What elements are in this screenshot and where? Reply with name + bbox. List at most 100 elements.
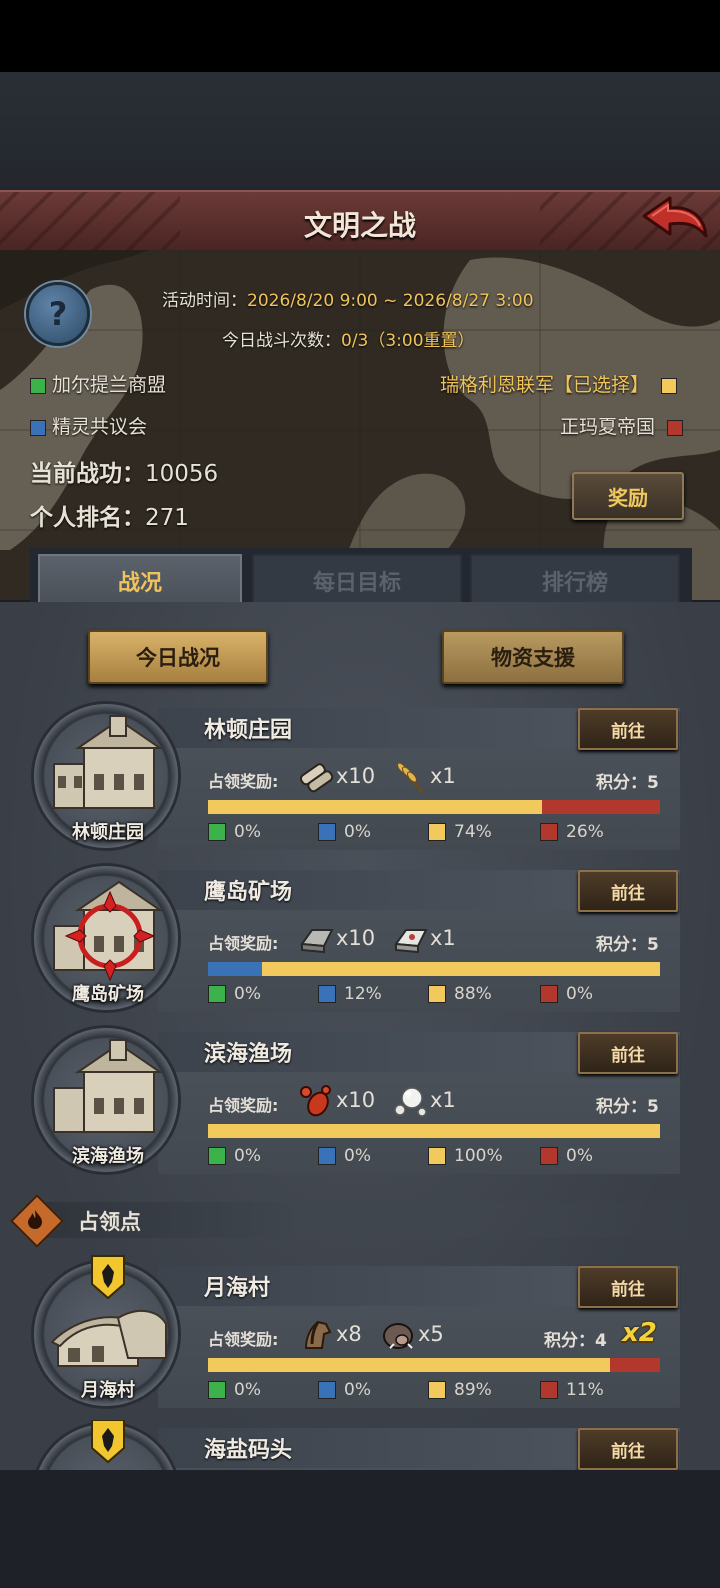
stronghold-badge: 林顿庄园 [30, 700, 186, 850]
green-faction-swatch [208, 823, 226, 841]
stronghold-name: 滨海渔场 [204, 1042, 293, 1067]
yellow-faction-swatch [428, 823, 446, 841]
iron-ingot-icon [300, 929, 334, 954]
go-button[interactable]: 前往 [578, 870, 678, 912]
blue-faction-swatch [30, 419, 46, 436]
blue-faction-swatch [318, 1381, 336, 1399]
tab-bar: 战况 每日目标 排行榜 [30, 548, 692, 608]
reward-qty: x1 [430, 1088, 456, 1112]
occupation-stats: 0% 0% 89% 11% [208, 1380, 668, 1402]
tab-battle-status[interactable]: 战况 [38, 554, 242, 606]
top-background [0, 72, 720, 190]
reward-qty: x1 [430, 764, 456, 788]
occupation-bar [208, 1124, 660, 1138]
score: 积分：5 [596, 935, 659, 955]
back-button[interactable] [640, 194, 710, 244]
stronghold-badge: 滨海渔场 [30, 1024, 186, 1174]
occupation-stats: 0% 0% 74% 26% [208, 822, 668, 844]
score: 积分：5 [596, 1097, 659, 1117]
green-faction-swatch [208, 985, 226, 1003]
reward-qty: x8 [336, 1322, 362, 1346]
reward-button[interactable]: 奖励 [572, 472, 684, 520]
red-share-segment [610, 1358, 660, 1372]
blue-faction-swatch [318, 1147, 336, 1165]
reward-label: 占领奖励: [208, 1330, 279, 1349]
yellow-faction-banner-icon [91, 1420, 125, 1464]
stronghold-card: 滨海渔场 滨海渔场 前往 占领奖励: x10 x1 积分：5 0% 0% 100… [30, 1024, 680, 1174]
manor-building-icon [53, 715, 164, 809]
scroll-icon [299, 763, 334, 793]
score: 积分：4 [544, 1331, 607, 1351]
battle-count: 今日战斗次数：0/3（3:00重置） [222, 331, 475, 351]
tab-leaderboard[interactable]: 排行榜 [470, 554, 680, 608]
occupation-stats: 0% 0% 100% 0% [208, 1146, 668, 1168]
current-merit: 当前战功：10056 [30, 461, 219, 487]
red-share-segment [542, 800, 660, 814]
blue-faction-swatch [318, 823, 336, 841]
green-faction-swatch [30, 377, 46, 394]
red-faction-swatch [540, 1147, 558, 1165]
faction-green: 加尔提兰商盟 [30, 370, 166, 397]
yellow-share-segment [262, 962, 660, 976]
red-faction-swatch [540, 985, 558, 1003]
yellow-faction-swatch [428, 985, 446, 1003]
reward-qty: x5 [418, 1322, 444, 1346]
silver-ingot-icon [394, 929, 428, 954]
lobster-icon [300, 1085, 331, 1117]
wheat-icon [396, 762, 424, 793]
blue-share-segment [208, 962, 263, 976]
yellow-faction-swatch [428, 1381, 446, 1399]
section-title: 占领点 [78, 1210, 141, 1234]
supply-support-button[interactable]: 物资支援 [442, 630, 624, 684]
occupation-stats: 0% 12% 88% 0% [208, 984, 668, 1006]
flame-icon [28, 1210, 42, 1229]
go-button[interactable]: 前往 [578, 708, 678, 750]
back-arrow-icon [642, 196, 708, 238]
stronghold-badge: 鹰岛矿场 [30, 862, 186, 1012]
pearl-icon [394, 1087, 427, 1117]
stronghold-name: 林顿庄园 [204, 718, 293, 743]
red-faction-swatch [540, 823, 558, 841]
yellow-faction-banner-icon [91, 1255, 125, 1300]
go-button[interactable]: 前往 [578, 1428, 678, 1470]
stronghold-name: 月海村 [204, 1276, 271, 1301]
yellow-faction-swatch [661, 377, 678, 394]
reward-qty: x10 [336, 1088, 376, 1112]
go-button[interactable]: 前往 [578, 1266, 678, 1308]
question-icon: ? [48, 295, 68, 333]
score: 积分：5 [596, 773, 659, 793]
faction-red: 正玛夏帝国 [560, 412, 684, 439]
boar-icon [383, 1323, 413, 1349]
faction-yellow: 瑞格利恩联军【已选择】 [440, 370, 678, 397]
stronghold-card: 鹰岛矿场 鹰岛矿场 前往 占领奖励: x10 x1 积分：5 0% 12% 88… [30, 862, 680, 1012]
help-button[interactable]: ? [26, 282, 90, 346]
stronghold-badge-label: 鹰岛矿场 [72, 984, 144, 1005]
bottom-background [0, 1470, 720, 1588]
reward-label: 占领奖励: [208, 772, 279, 791]
yellow-faction-swatch [428, 1147, 446, 1165]
red-faction-swatch [667, 419, 684, 436]
target-crosshair-icon [64, 890, 156, 982]
stronghold-badge-label: 林顿庄园 [72, 822, 144, 843]
blue-faction-swatch [318, 985, 336, 1003]
yellow-share-segment [208, 800, 543, 814]
today-status-button[interactable]: 今日战况 [88, 630, 268, 684]
stronghold-badge-label: 月海村 [81, 1380, 135, 1401]
page-title: 文明之战 [303, 209, 416, 242]
red-faction-swatch [540, 1381, 558, 1399]
tab-daily-goals[interactable]: 每日目标 [252, 554, 462, 608]
faction-blue: 精灵共议会 [30, 412, 147, 439]
stronghold-name: 鹰岛矿场 [204, 880, 293, 905]
green-faction-swatch [208, 1147, 226, 1165]
occupation-bar [208, 1358, 660, 1372]
yellow-share-segment [208, 1358, 611, 1372]
reward-qty: x10 [336, 764, 376, 788]
stronghold-card: 海盐码头 前往 [30, 1420, 680, 1470]
stronghold-badge: 月海村 [30, 1255, 186, 1408]
status-bar [0, 0, 720, 72]
go-button[interactable]: 前往 [578, 1032, 678, 1074]
stronghold-badge [30, 1420, 186, 1470]
horse-icon [304, 1320, 332, 1349]
fishery-building-icon [53, 1039, 164, 1133]
double-score-badge: x2 [622, 1318, 657, 1348]
